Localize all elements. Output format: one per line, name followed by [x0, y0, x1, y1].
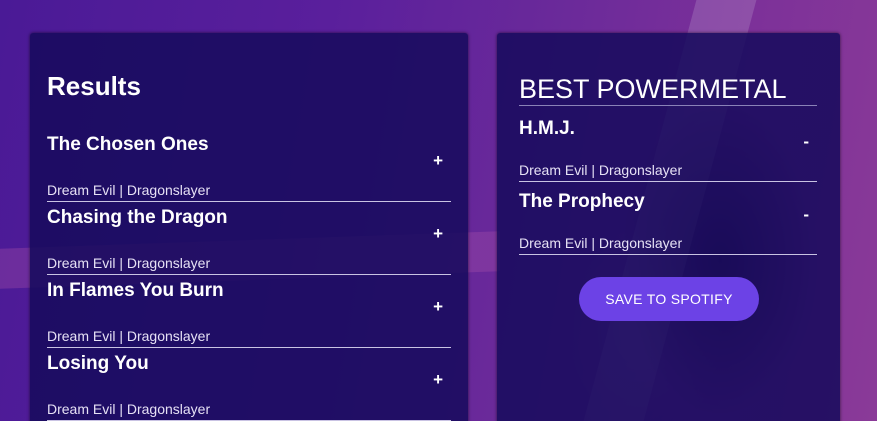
results-track-list: The Chosen Ones Dream Evil | Dragonslaye…: [47, 129, 451, 421]
track-name: In Flames You Burn: [47, 280, 224, 301]
results-heading: Results: [47, 71, 141, 101]
track-artist-album: Dream Evil | Dragonslayer: [519, 162, 683, 178]
track-name: The Chosen Ones: [47, 134, 209, 155]
track-item: The Prophecy Dream Evil | Dragonslayer -: [519, 182, 817, 255]
track-item: Chasing the Dragon Dream Evil | Dragonsl…: [47, 202, 451, 275]
remove-track-button[interactable]: -: [803, 132, 809, 152]
track-artist-album: Dream Evil | Dragonslayer: [519, 235, 683, 251]
add-track-button[interactable]: +: [433, 297, 443, 317]
add-track-button[interactable]: +: [433, 151, 443, 171]
track-item: The Chosen Ones Dream Evil | Dragonslaye…: [47, 129, 451, 202]
search-results-panel: Results The Chosen Ones Dream Evil | Dra…: [30, 33, 468, 421]
track-artist-album: Dream Evil | Dragonslayer: [47, 182, 211, 198]
playlist-name-input[interactable]: [519, 73, 817, 106]
playlist-track-list: H.M.J. Dream Evil | Dragonslayer - The P…: [519, 109, 817, 255]
track-item: Losing You Dream Evil | Dragonslayer +: [47, 348, 451, 421]
track-artist-album: Dream Evil | Dragonslayer: [47, 328, 211, 344]
track-item: H.M.J. Dream Evil | Dragonslayer -: [519, 109, 817, 182]
remove-track-button[interactable]: -: [803, 205, 809, 225]
add-track-button[interactable]: +: [433, 370, 443, 390]
track-name: Losing You: [47, 353, 149, 374]
save-to-spotify-button[interactable]: SAVE TO SPOTIFY: [579, 277, 759, 321]
track-name: Chasing the Dragon: [47, 207, 228, 228]
add-track-button[interactable]: +: [433, 224, 443, 244]
track-artist-album: Dream Evil | Dragonslayer: [47, 255, 211, 271]
track-name: H.M.J.: [519, 118, 575, 139]
playlist-panel: H.M.J. Dream Evil | Dragonslayer - The P…: [497, 33, 840, 421]
track-item: In Flames You Burn Dream Evil | Dragonsl…: [47, 275, 451, 348]
track-name: The Prophecy: [519, 191, 645, 212]
track-artist-album: Dream Evil | Dragonslayer: [47, 401, 211, 417]
